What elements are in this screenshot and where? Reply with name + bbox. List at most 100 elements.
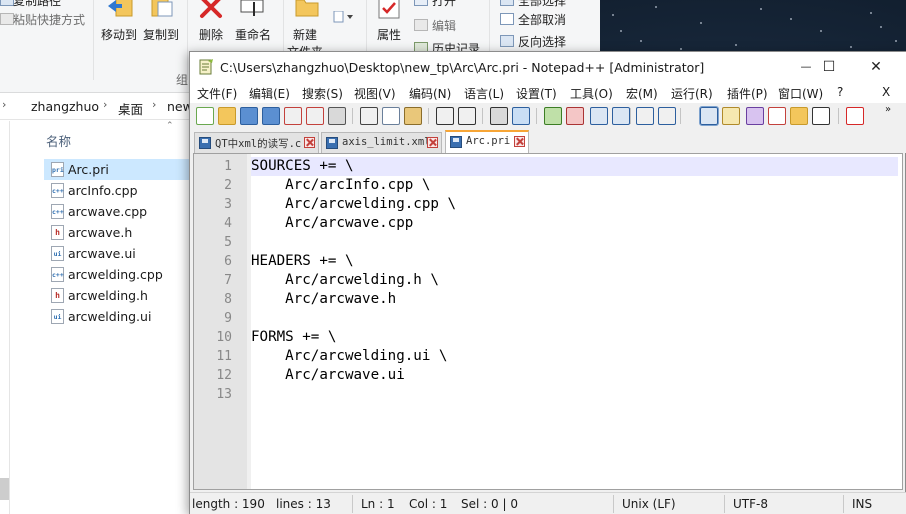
- tab-bar: QT中xml的读写.c axis_limit.xml Arc.pri: [190, 129, 906, 153]
- menu-item[interactable]: 宏(M): [626, 85, 658, 102]
- indent-guide-icon[interactable]: [699, 106, 719, 126]
- delete-button[interactable]: 删除: [199, 26, 223, 43]
- maximize-button[interactable]: ☐: [806, 52, 852, 82]
- code-line[interactable]: [251, 309, 898, 328]
- star: [680, 48, 682, 50]
- redo-icon[interactable]: [458, 107, 476, 125]
- menu-item[interactable]: 编码(N): [409, 85, 451, 102]
- code-line[interactable]: Arc/arcwave.cpp: [251, 214, 898, 233]
- file-item[interactable]: c++ arcwelding.cpp: [44, 264, 190, 285]
- code-line[interactable]: Arc/arcwelding.ui \: [251, 347, 898, 366]
- word-wrap-icon[interactable]: [636, 107, 654, 125]
- file-item[interactable]: ui arcwave.ui: [44, 243, 190, 264]
- menu-item[interactable]: 插件(P): [727, 85, 768, 102]
- breadcrumb-desktop[interactable]: 桌面: [118, 99, 143, 118]
- status-ln: Ln : 1: [361, 497, 395, 511]
- doc-map-icon[interactable]: [746, 107, 764, 125]
- menu-item[interactable]: 设置(T): [516, 85, 557, 102]
- close-file-icon[interactable]: [284, 107, 302, 125]
- select-all-button[interactable]: 全部选择: [518, 0, 566, 9]
- file-type-glyph: ui: [53, 313, 62, 321]
- paste-icon[interactable]: [404, 107, 422, 125]
- tab-close-icon[interactable]: [514, 136, 525, 147]
- copy-to-button[interactable]: 复制到: [143, 26, 179, 43]
- file-item[interactable]: pri Arc.pri: [44, 159, 190, 180]
- status-encoding[interactable]: UTF-8: [733, 497, 768, 511]
- status-mode[interactable]: INS: [852, 497, 872, 511]
- file-item[interactable]: ui arcwelding.ui: [44, 306, 190, 327]
- copy-path-button[interactable]: 复制路径: [13, 0, 61, 9]
- code-line[interactable]: SOURCES += \: [251, 157, 898, 176]
- file-item[interactable]: h arcwave.h: [44, 222, 190, 243]
- menu-item[interactable]: 文件(F): [197, 85, 237, 102]
- monitoring-icon[interactable]: [812, 107, 830, 125]
- editor[interactable]: 1 2 3 4 5 6 7 8 9 10 11 12 13 SOURCES += \ Arc/arcIn…: [193, 153, 903, 490]
- column-header-name[interactable]: 名称: [46, 131, 71, 150]
- lang-udl-icon[interactable]: [722, 107, 740, 125]
- open-file-icon[interactable]: [218, 107, 236, 125]
- rename-button[interactable]: 重命名: [235, 26, 271, 43]
- code-line[interactable]: Arc/arcwave.ui: [251, 366, 898, 385]
- edit-button[interactable]: 编辑: [432, 17, 456, 34]
- close-all-icon[interactable]: [306, 107, 324, 125]
- open-button[interactable]: 打开: [432, 0, 456, 9]
- code-line[interactable]: HEADERS += \: [251, 252, 898, 271]
- menu-item[interactable]: 搜索(S): [302, 85, 343, 102]
- zoom-in-icon[interactable]: [544, 107, 562, 125]
- print-icon[interactable]: [328, 107, 346, 125]
- folder-workspace-icon[interactable]: [790, 107, 808, 125]
- file-item[interactable]: h arcwelding.h: [44, 285, 190, 306]
- sync-horizontal-icon[interactable]: [612, 107, 630, 125]
- show-all-chars-icon[interactable]: [658, 107, 676, 125]
- tab-close-icon[interactable]: [304, 137, 315, 148]
- find-icon[interactable]: [490, 107, 508, 125]
- menu-item[interactable]: 窗口(W): [778, 85, 823, 102]
- properties-button[interactable]: 属性: [377, 26, 401, 43]
- menu-item[interactable]: 编辑(E): [249, 85, 290, 102]
- menu-item[interactable]: 视图(V): [354, 85, 396, 102]
- code-line[interactable]: Arc/arcwave.h: [251, 290, 898, 309]
- replace-icon[interactable]: [512, 107, 530, 125]
- save-icon[interactable]: [240, 107, 258, 125]
- status-eol[interactable]: Unix (LF): [622, 497, 676, 511]
- code-line[interactable]: FORMS += \: [251, 328, 898, 347]
- file-item[interactable]: c++ arcInfo.cpp: [44, 180, 190, 201]
- new-folder-button[interactable]: 新建: [293, 26, 317, 43]
- breadcrumb-separator: ›: [2, 98, 7, 111]
- sync-scroll-icon[interactable]: [590, 107, 608, 125]
- record-macro-icon[interactable]: [846, 107, 864, 125]
- code-line[interactable]: [251, 233, 898, 252]
- tab[interactable]: axis_limit.xml: [321, 132, 442, 153]
- close-button[interactable]: ✕: [853, 52, 899, 82]
- undo-icon[interactable]: [436, 107, 454, 125]
- code-line[interactable]: [251, 385, 898, 404]
- code-line[interactable]: Arc/arcwelding.cpp \: [251, 195, 898, 214]
- move-to-icon: [108, 0, 133, 17]
- menu-item[interactable]: ?: [837, 85, 843, 99]
- toolbar-overflow-button[interactable]: »: [885, 104, 891, 115]
- select-none-button[interactable]: 全部取消: [518, 11, 566, 28]
- menu-item[interactable]: 运行(R): [671, 85, 713, 102]
- function-list-icon[interactable]: [768, 107, 786, 125]
- breadcrumb-zhangzhuo[interactable]: zhangzhuo: [31, 99, 99, 114]
- move-to-button[interactable]: 移动到: [101, 26, 137, 43]
- text-area[interactable]: SOURCES += \ Arc/arcInfo.cpp \ Arc/arcwe…: [251, 154, 902, 489]
- code-line[interactable]: Arc/arcwelding.h \: [251, 271, 898, 290]
- paste-shortcut-button[interactable]: 粘贴快捷方式: [13, 11, 85, 28]
- close-document-button[interactable]: X: [882, 85, 890, 99]
- menu-item[interactable]: 工具(O): [570, 85, 613, 102]
- nav-scrollbar-thumb[interactable]: [0, 478, 9, 500]
- code-line[interactable]: Arc/arcInfo.cpp \: [251, 176, 898, 195]
- menu-item[interactable]: 语言(L): [464, 85, 504, 102]
- cut-icon[interactable]: [360, 107, 378, 125]
- file-item[interactable]: c++ arcwave.cpp: [44, 201, 190, 222]
- tab-close-icon[interactable]: [427, 137, 438, 148]
- save-all-icon[interactable]: [262, 107, 280, 125]
- tab[interactable]: QT中xml的读写.c: [194, 132, 319, 153]
- title-bar[interactable]: C:\Users\zhangzhuo\Desktop\new_tp\Arc\Ar…: [190, 52, 906, 82]
- tab[interactable]: Arc.pri: [445, 130, 529, 153]
- zoom-out-icon[interactable]: [566, 107, 584, 125]
- copy-icon[interactable]: [382, 107, 400, 125]
- new-file-icon[interactable]: [196, 107, 214, 125]
- invert-selection-button[interactable]: 反向选择: [518, 33, 566, 50]
